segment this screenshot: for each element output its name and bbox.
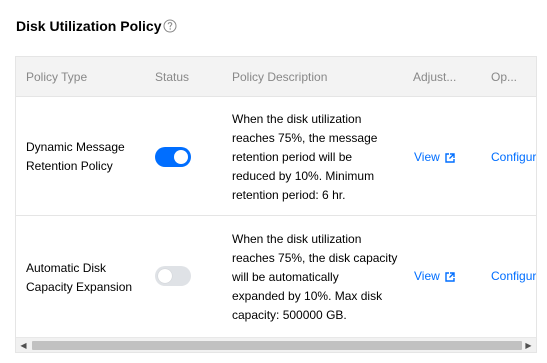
table-row: Automatic Disk Capacity Expansion When t… <box>16 216 536 339</box>
policy-type-line: Retention Policy <box>26 159 113 173</box>
description-line: will be automatically <box>232 270 339 284</box>
scrollbar-thumb[interactable] <box>32 341 522 350</box>
toggle-knob <box>174 150 188 164</box>
column-header-policy-description: Policy Description <box>232 70 328 84</box>
description-line: reaches 75%, the message <box>232 131 378 145</box>
table-row: Dynamic Message Retention Policy When th… <box>16 97 536 216</box>
status-toggle[interactable] <box>155 147 191 167</box>
policy-type-line: Dynamic Message <box>26 140 125 154</box>
toggle-knob <box>158 269 172 283</box>
external-link-icon <box>445 271 455 282</box>
description-line: reaches 75%, the disk capacity <box>232 251 398 265</box>
scroll-right-arrow-icon[interactable]: ▶ <box>521 338 536 352</box>
view-link-label: View <box>414 269 440 283</box>
policy-type-line: Capacity Expansion <box>26 280 133 294</box>
horizontal-scrollbar[interactable]: ◀ ▶ <box>16 337 536 352</box>
policy-table: Policy Type Status Policy Description Ad… <box>15 56 537 353</box>
column-header-adjust: Adjust... <box>413 70 457 84</box>
policy-type-cell: Automatic Disk Capacity Expansion <box>26 259 146 297</box>
external-link-icon <box>445 152 455 163</box>
description-line: retention period: 6 hr. <box>232 188 346 202</box>
policy-type-line: Automatic Disk <box>26 261 107 275</box>
view-link[interactable]: View <box>414 267 455 286</box>
view-link-label: View <box>414 150 440 164</box>
configure-link[interactable]: Configure <box>491 267 536 286</box>
scroll-left-arrow-icon[interactable]: ◀ <box>16 338 31 352</box>
section-title-text: Disk Utilization Policy <box>16 18 162 34</box>
description-line: When the disk utilization <box>232 112 362 126</box>
view-link[interactable]: View <box>414 148 455 167</box>
description-line: capacity: 500000 GB. <box>232 308 347 322</box>
policy-description-cell: When the disk utilization reaches 75%, t… <box>232 110 402 205</box>
column-header-policy-type: Policy Type <box>26 70 88 84</box>
section-title: Disk Utilization Policy <box>16 18 177 34</box>
table-header: Policy Type Status Policy Description Ad… <box>16 57 536 97</box>
description-line: When the disk utilization <box>232 232 362 246</box>
column-header-status: Status <box>155 70 190 84</box>
configure-link[interactable]: Configure <box>491 148 536 167</box>
status-toggle[interactable] <box>155 266 191 286</box>
description-line: reduced by 10%. Minimum <box>232 169 375 183</box>
description-line: expanded by 10%. Max disk <box>232 289 383 303</box>
policy-type-cell: Dynamic Message Retention Policy <box>26 138 146 176</box>
column-header-operation: Op... <box>491 70 518 84</box>
policy-description-cell: When the disk utilization reaches 75%, t… <box>232 230 402 325</box>
description-line: retention period will be <box>232 150 353 164</box>
question-circle-icon[interactable] <box>163 19 177 33</box>
